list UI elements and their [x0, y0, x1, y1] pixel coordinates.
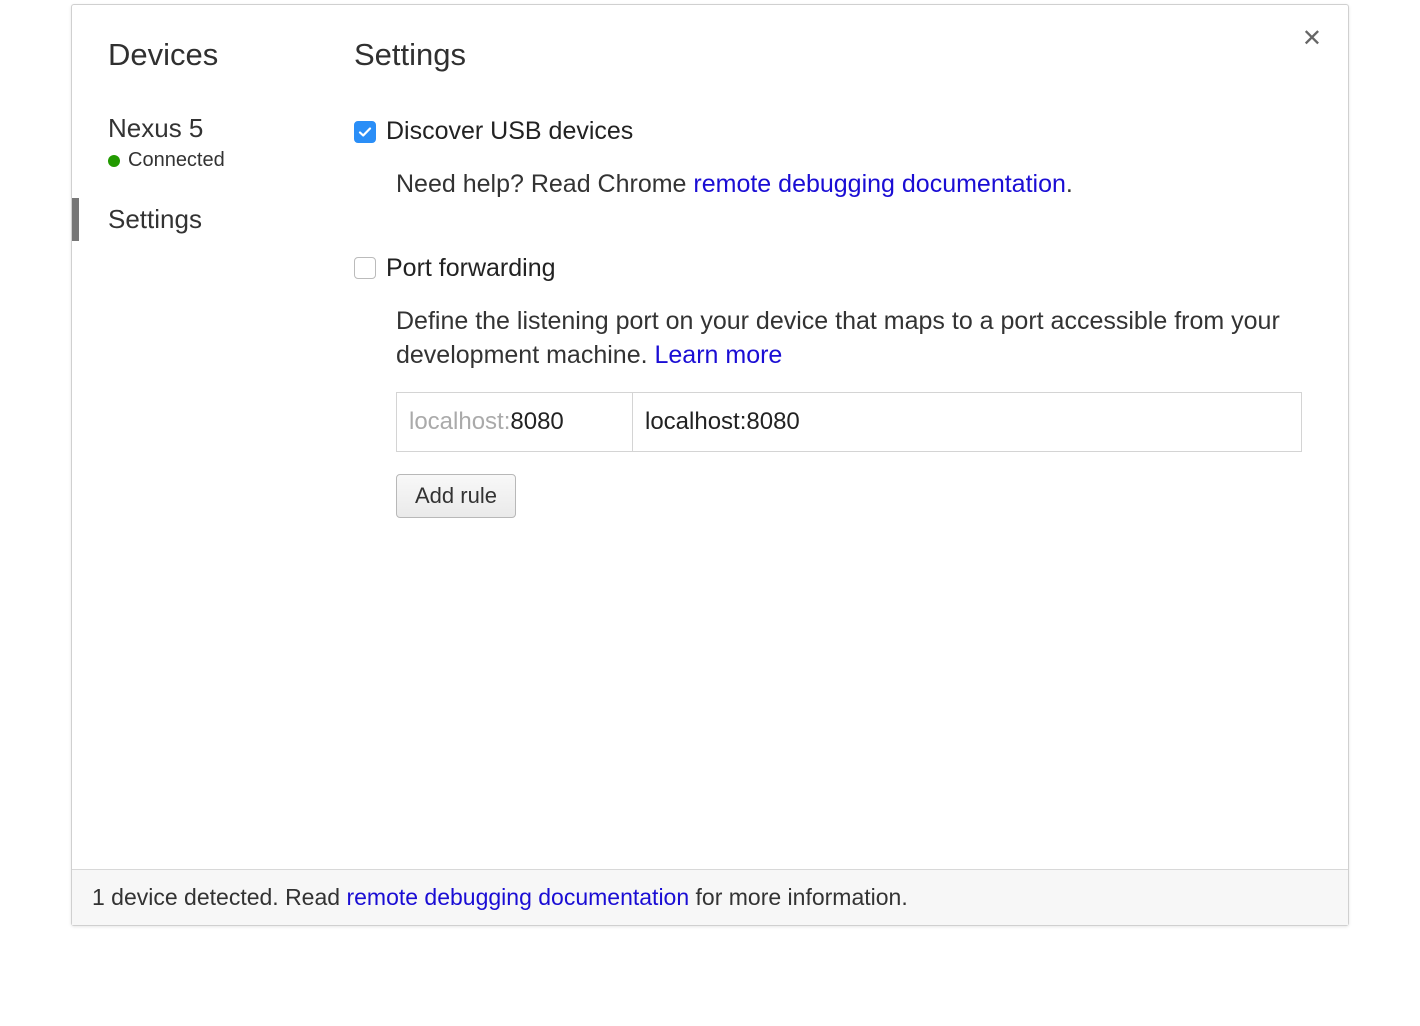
- footer-remote-debugging-link[interactable]: remote debugging documentation: [346, 884, 689, 910]
- port-forwarding-checkbox-row: Port forwarding: [354, 254, 1308, 283]
- sidebar-item-device[interactable]: Nexus 5 Connected: [72, 103, 332, 182]
- port-remote-value: localhost:8080: [645, 408, 800, 435]
- device-status-text: Connected: [128, 149, 225, 172]
- sidebar-item-settings[interactable]: Settings: [72, 194, 332, 245]
- add-rule-label: Add rule: [415, 483, 497, 508]
- footer-bar: 1 device detected. Read remote debugging…: [72, 869, 1348, 925]
- discover-usb-label: Discover USB devices: [386, 117, 633, 146]
- footer-text-prefix: 1 device detected. Read: [92, 884, 346, 910]
- sidebar-title: Devices: [72, 37, 332, 103]
- device-status-row: Connected: [108, 149, 332, 172]
- port-forwarding-desc-text: Define the listening port on your device…: [396, 307, 1280, 369]
- sidebar: Devices Nexus 5 Connected Settings: [72, 5, 332, 869]
- usb-help-text: Need help? Read Chrome remote debugging …: [354, 168, 1308, 202]
- checkmark-icon: [357, 124, 373, 140]
- usb-section: Discover USB devices Need help? Read Chr…: [354, 117, 1308, 202]
- content-row: Devices Nexus 5 Connected Settings ✕ Set…: [72, 5, 1348, 869]
- port-remote-cell[interactable]: localhost:8080: [633, 393, 1301, 451]
- port-forwarding-checkbox[interactable]: [354, 257, 376, 279]
- main-panel: ✕ Settings Discover USB devices Need hel…: [332, 5, 1348, 869]
- port-local-prefix: localhost:: [409, 408, 510, 435]
- port-forwarding-desc: Define the listening port on your device…: [354, 305, 1308, 373]
- footer-text-suffix: for more information.: [689, 884, 908, 910]
- port-local-value: 8080: [510, 408, 563, 435]
- port-forwarding-label: Port forwarding: [386, 254, 556, 283]
- devices-settings-window: Devices Nexus 5 Connected Settings ✕ Set…: [71, 4, 1349, 926]
- status-dot-icon: [108, 155, 120, 167]
- add-rule-button[interactable]: Add rule: [396, 474, 516, 518]
- sidebar-settings-label: Settings: [108, 204, 202, 234]
- discover-usb-checkbox[interactable]: [354, 121, 376, 143]
- port-forwarding-table: localhost:8080 localhost:8080: [396, 392, 1302, 452]
- port-forwarding-section: Port forwarding Define the listening por…: [354, 254, 1308, 519]
- usb-checkbox-row: Discover USB devices: [354, 117, 1308, 146]
- page-title: Settings: [354, 37, 1308, 73]
- learn-more-link[interactable]: Learn more: [654, 341, 782, 369]
- close-icon: ✕: [1302, 25, 1322, 52]
- usb-help-prefix: Need help? Read Chrome: [396, 170, 693, 198]
- port-local-cell[interactable]: localhost:8080: [397, 393, 633, 451]
- device-name: Nexus 5: [108, 113, 332, 144]
- remote-debugging-link[interactable]: remote debugging documentation: [693, 170, 1066, 198]
- close-button[interactable]: ✕: [1298, 23, 1326, 55]
- usb-help-suffix: .: [1066, 170, 1073, 198]
